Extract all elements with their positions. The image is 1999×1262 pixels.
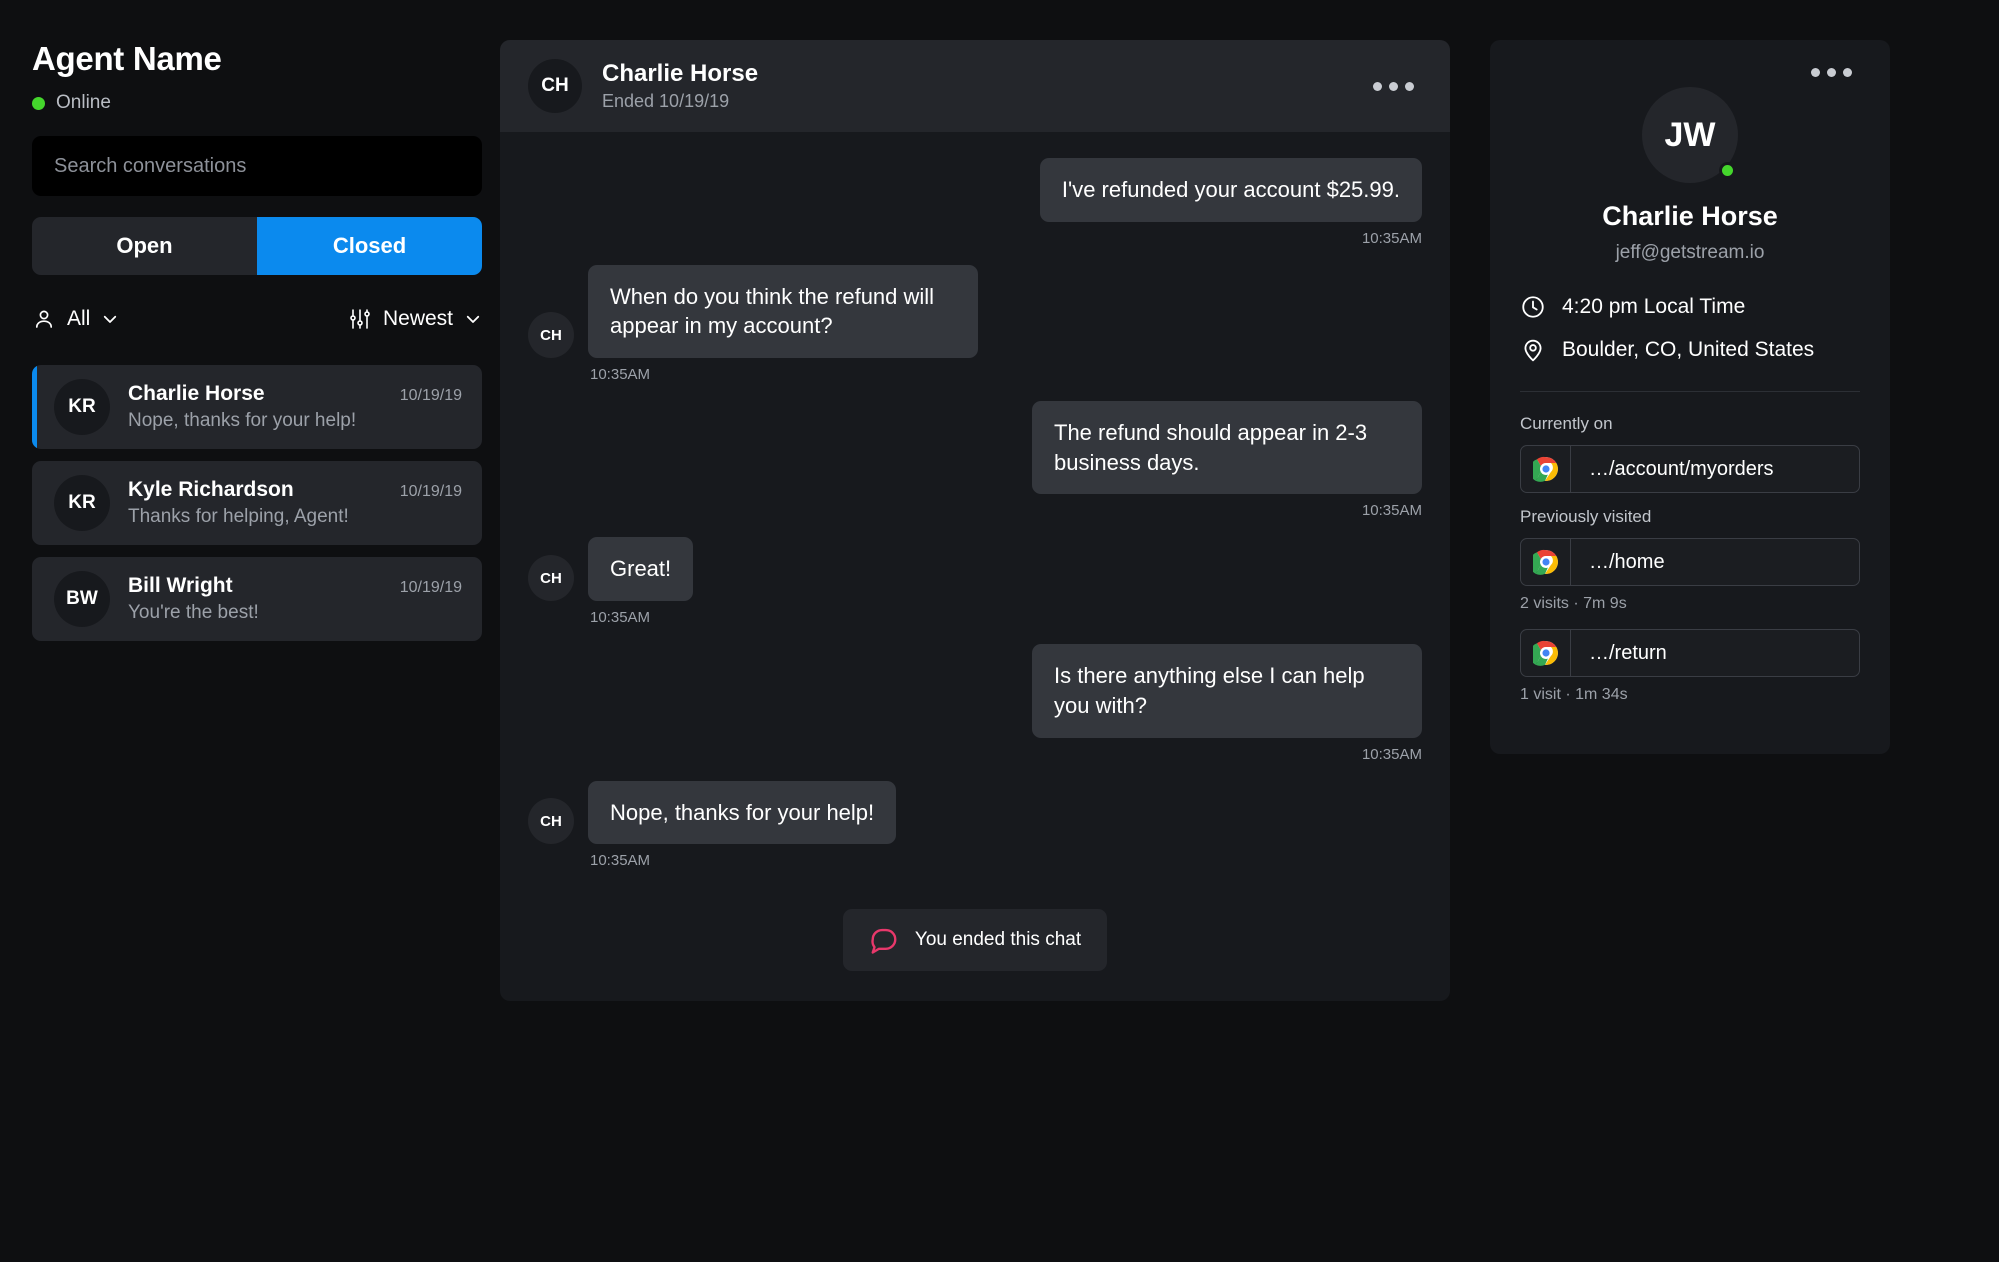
sort-filter-label: Newest — [382, 307, 453, 330]
location-row: Boulder, CO, United States — [1520, 337, 1860, 363]
message-bubble: I've refunded your account $25.99. — [1039, 158, 1422, 222]
chat-ended-notice: You ended this chat — [842, 909, 1108, 972]
search-input[interactable] — [32, 136, 482, 196]
online-status-dot — [1719, 162, 1736, 179]
visit-stats: 2 visits · 7m 9s — [1520, 595, 1627, 612]
avatar: KR — [54, 475, 110, 531]
chat-column: CH Charlie Horse Ended 10/19/19 I've ref… — [500, 0, 1460, 1262]
message-list: I've refunded your account $25.99. 10:35… — [500, 132, 1450, 1001]
current-url-text: …/account/myorders — [1589, 457, 1774, 480]
chat-title: Charlie Horse — [602, 60, 759, 87]
message-time: 10:35AM — [1361, 229, 1422, 247]
conversation-preview: Thanks for helping, Agent! — [128, 506, 349, 527]
more-options-icon[interactable] — [1803, 60, 1860, 85]
message-time: 10:35AM — [590, 852, 651, 870]
conversation-date: 10/19/19 — [399, 483, 462, 500]
chat-header: CH Charlie Horse Ended 10/19/19 — [500, 40, 1450, 132]
profile-header: JW Charlie Horse jeff@getstream.io — [1520, 87, 1860, 264]
clock-icon — [1520, 294, 1546, 320]
local-time-label: 4:20 pm Local Time — [1562, 295, 1746, 318]
tab-closed[interactable]: Closed — [257, 217, 482, 275]
app-root: Agent Name Online Open Closed All — [0, 0, 1999, 1262]
conversation-preview: You're the best! — [128, 602, 259, 623]
avatar: CH — [528, 555, 574, 602]
message-outgoing: Is there anything else I can help you wi… — [528, 644, 1422, 763]
conversation-date: 10/19/19 — [399, 579, 462, 596]
chrome-icon — [1521, 446, 1571, 492]
list-item[interactable]: BW Bill Wright 10/19/19 You're the best! — [32, 557, 482, 641]
profile-name: Charlie Horse — [1602, 201, 1778, 231]
profile-email: jeff@getstream.io — [1615, 242, 1765, 263]
local-time-row: 4:20 pm Local Time — [1520, 294, 1860, 320]
customer-profile-panel: JW Charlie Horse jeff@getstream.io 4:20 … — [1460, 0, 1999, 1262]
chat-subtitle: Ended 10/19/19 — [602, 91, 730, 111]
more-options-icon[interactable] — [1365, 74, 1422, 99]
message-outgoing: I've refunded your account $25.99. 10:35… — [528, 158, 1422, 247]
visited-url-pill[interactable]: …/return — [1520, 629, 1860, 677]
tab-open[interactable]: Open — [32, 217, 257, 275]
message-bubble: Great! — [588, 537, 694, 602]
message-time: 10:35AM — [1361, 502, 1422, 520]
sliders-icon — [348, 307, 372, 331]
conversation-name: Kyle Richardson — [128, 478, 294, 501]
avatar: CH — [528, 798, 574, 845]
chrome-icon — [1521, 539, 1571, 585]
assignee-filter[interactable]: All — [32, 307, 119, 331]
conversations-sidebar: Agent Name Online Open Closed All — [0, 0, 500, 1262]
message-bubble: The refund should appear in 2-3 business… — [1032, 401, 1422, 495]
chat-ended-row: You ended this chat — [528, 909, 1422, 972]
filter-row: All Newest — [32, 297, 482, 341]
conversation-date: 10/19/19 — [399, 387, 462, 404]
list-item[interactable]: KR Kyle Richardson 10/19/19 Thanks for h… — [32, 461, 482, 545]
message-incoming: CH Great! 10:35AM — [528, 537, 1422, 626]
divider — [1520, 391, 1860, 392]
message-time: 10:35AM — [1361, 745, 1422, 763]
conversation-preview: Nope, thanks for your help! — [128, 410, 357, 431]
message-incoming: CH When do you think the refund will app… — [528, 264, 1422, 384]
visited-url-pill[interactable]: …/home — [1520, 538, 1860, 586]
message-time: 10:35AM — [590, 366, 651, 384]
agent-name: Agent Name — [32, 40, 222, 77]
message-bubble: Is there anything else I can help you wi… — [1032, 644, 1422, 738]
message-bubble: When do you think the refund will appear… — [588, 264, 978, 359]
avatar: BW — [54, 571, 110, 627]
message-incoming: CH Nope, thanks for your help! 10:35AM — [528, 780, 1422, 870]
location-label: Boulder, CO, United States — [1562, 338, 1815, 361]
location-pin-icon — [1520, 337, 1546, 363]
avatar: CH — [528, 59, 582, 113]
conversation-name: Bill Wright — [128, 574, 233, 597]
chat-panel: CH Charlie Horse Ended 10/19/19 I've ref… — [500, 40, 1450, 1002]
message-time: 10:35AM — [590, 609, 651, 627]
agent-status-label: Online — [56, 92, 111, 113]
list-item[interactable]: KR Charlie Horse 10/19/19 Nope, thanks f… — [32, 365, 482, 449]
chrome-icon — [1521, 630, 1571, 676]
visited-url-text: …/home — [1589, 550, 1665, 573]
person-icon — [32, 307, 56, 331]
conversation-name: Charlie Horse — [128, 382, 265, 405]
chevron-down-icon — [101, 310, 119, 328]
visited-url-text: …/return — [1589, 641, 1667, 664]
message-bubble: Nope, thanks for your help! — [588, 780, 897, 845]
currently-on-label: Currently on — [1520, 414, 1613, 433]
avatar: CH — [528, 312, 574, 359]
profile-menu-row — [1520, 60, 1860, 85]
visit-stats: 1 visit · 1m 34s — [1520, 686, 1628, 703]
chevron-down-icon — [464, 310, 482, 328]
agent-status: Online — [32, 92, 468, 114]
profile-card: JW Charlie Horse jeff@getstream.io 4:20 … — [1490, 40, 1890, 754]
previously-visited-label: Previously visited — [1520, 507, 1652, 526]
current-url-pill[interactable]: …/account/myorders — [1520, 445, 1860, 493]
profile-meta-list: 4:20 pm Local Time Boulder, CO, United S… — [1520, 294, 1860, 363]
avatar: KR — [54, 379, 110, 435]
sort-filter[interactable]: Newest — [348, 307, 482, 331]
chat-ended-label: You ended this chat — [914, 929, 1082, 951]
status-tabs: Open Closed — [32, 217, 482, 275]
online-status-dot — [32, 96, 45, 110]
conversation-list: KR Charlie Horse 10/19/19 Nope, thanks f… — [32, 365, 482, 641]
chat-ended-icon — [869, 925, 899, 955]
message-outgoing: The refund should appear in 2-3 business… — [528, 401, 1422, 519]
assignee-filter-label: All — [67, 307, 91, 330]
